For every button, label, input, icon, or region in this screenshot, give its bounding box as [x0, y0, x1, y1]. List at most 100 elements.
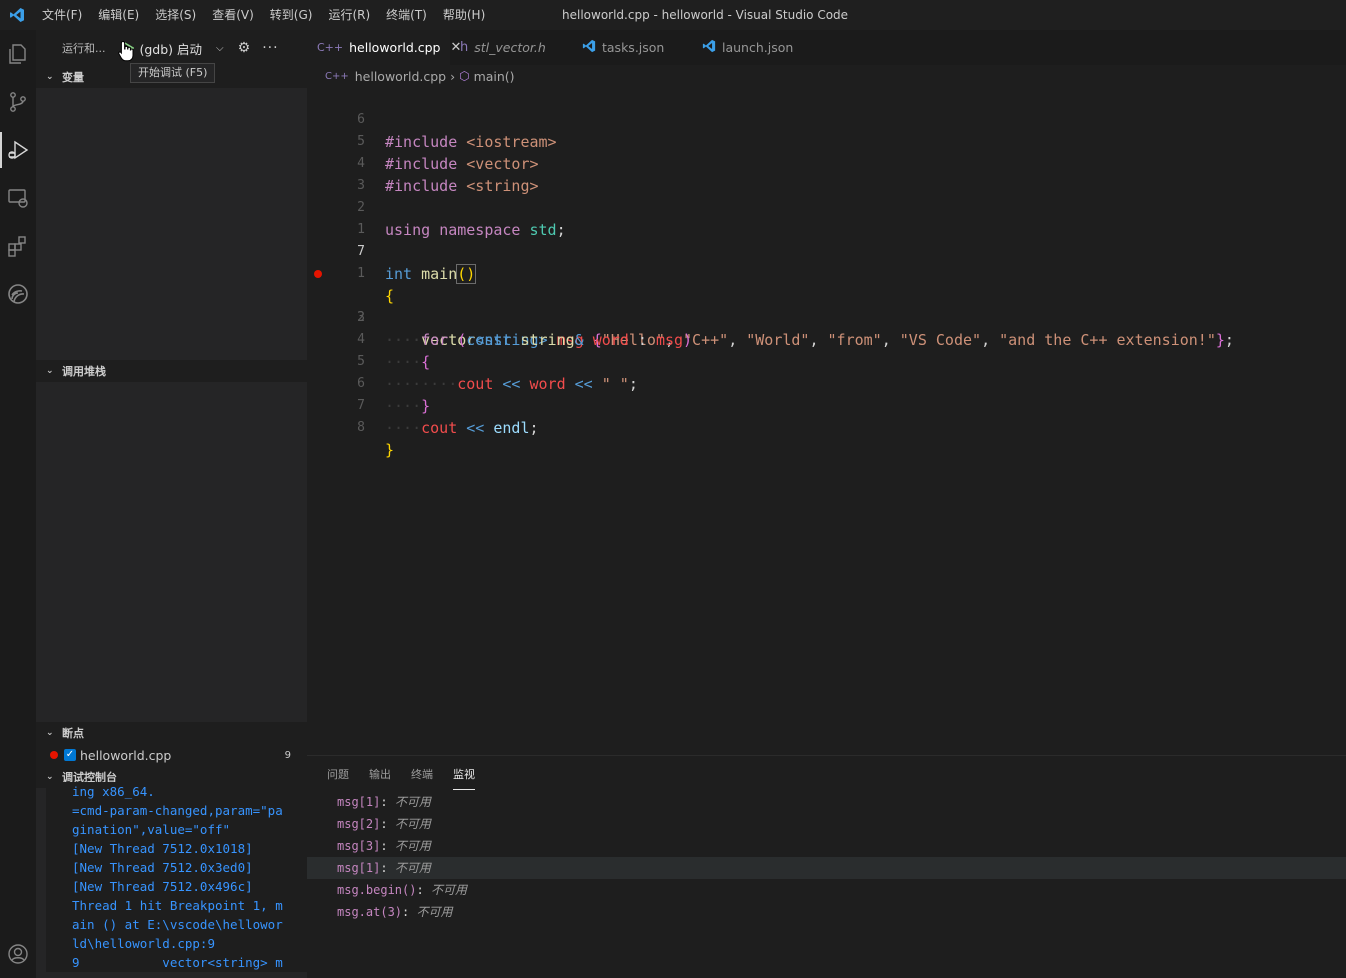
account-icon[interactable] [4, 940, 32, 968]
menu-view[interactable]: 查看(V) [204, 0, 262, 30]
vscode-file-icon [702, 39, 716, 56]
run-debug-icon[interactable] [4, 136, 32, 164]
tab-helloworld-cpp[interactable]: C++ helloworld.cpp ✕ [307, 30, 461, 65]
menu-run[interactable]: 运行(R) [320, 0, 378, 30]
watch-expression: msg.at(3) [337, 905, 403, 919]
watch-expression: msg[3] [337, 839, 381, 853]
breakpoints-section-header[interactable]: ⌄ 断点 [36, 722, 307, 744]
tab-launch-json[interactable]: launch.json [692, 30, 822, 65]
watch-value: 不可用 [394, 817, 431, 831]
tab-tasks-json[interactable]: tasks.json [572, 30, 692, 65]
title-bar: 文件(F) 编辑(E) 选择(S) 查看(V) 转到(G) 运行(R) 终端(T… [0, 0, 1346, 30]
chevron-down-icon: ⌄ [46, 72, 54, 82]
token: endl [493, 419, 530, 437]
code-line: 6 #include <iostream> [307, 87, 1346, 151]
breakpoint-item[interactable]: ✓ helloworld.cpp 9 [36, 744, 307, 766]
breadcrumb-symbol[interactable]: main() [474, 69, 515, 84]
tab-watch[interactable]: 监视 [453, 766, 475, 790]
cpp-file-icon: C++ [317, 41, 344, 54]
debug-config-select[interactable]: (gdb) 启动 [140, 39, 203, 58]
active-indicator [0, 132, 2, 168]
debug-toolbar: 运行和... (gdb) 启动 ⌵ ⚙ ··· [36, 30, 307, 66]
tab-problems[interactable]: 问题 [327, 766, 349, 790]
breakpoint-line: 9 [284, 749, 291, 761]
watch-expression: msg[2] [337, 817, 381, 831]
code-editor[interactable]: 6 #include <iostream> 5 #include <vector… [307, 87, 1346, 755]
watch-item[interactable]: msg.begin(): 不可用 [307, 879, 1346, 901]
watch-value: 不可用 [394, 839, 431, 853]
code-line: 5 ········cout << word << " "; [307, 329, 1346, 393]
code-line: 3 ····for (const string& word : msg) [307, 285, 1346, 349]
watch-item[interactable]: msg[2]: 不可用 [307, 813, 1346, 835]
menu-help[interactable]: 帮助(H) [435, 0, 493, 30]
menu-terminal[interactable]: 终端(T) [378, 0, 435, 30]
code-line: 3 [307, 153, 1346, 193]
console-line: 9 vector<string> m [72, 955, 283, 970]
hand-cursor-icon [118, 40, 134, 65]
panel-tabs: 问题 输出 终端 监视 [327, 766, 495, 790]
tab-label: helloworld.cpp [349, 40, 441, 55]
activity-bar [0, 30, 36, 978]
tab-label: tasks.json [602, 40, 665, 55]
console-line: =cmd-param-changed,param="pa [72, 803, 283, 818]
token: cout [421, 419, 458, 437]
vscode-file-icon [582, 39, 596, 56]
code-line: 2 using namespace std; [307, 175, 1346, 239]
console-line: [New Thread 7512.0x1018] [72, 841, 253, 856]
remote-explorer-icon[interactable] [4, 184, 32, 212]
watch-expression: msg.begin() [337, 883, 417, 897]
extensions-icon[interactable] [4, 232, 32, 260]
cpp-file-icon: C++ [325, 70, 349, 82]
watch-value: 不可用 [416, 905, 453, 919]
menu-go[interactable]: 转到(G) [262, 0, 321, 30]
gear-icon[interactable]: ⚙ [238, 40, 251, 56]
code-line: 2 ····vector<string> msg {"Hello", "C++"… [307, 263, 1346, 349]
code-line: 1 [307, 197, 1346, 237]
callstack-section-header[interactable]: ⌄ 调用堆栈 [36, 360, 307, 382]
esp-idf-icon[interactable] [4, 280, 32, 308]
editor-tabs: C++ helloworld.cpp ✕ h stl_vector.h task… [307, 30, 1346, 65]
more-actions-icon[interactable]: ··· [262, 40, 278, 56]
console-line: Thread 1 hit Breakpoint 1, m [72, 898, 283, 913]
source-control-icon[interactable] [4, 88, 32, 116]
token: << [466, 419, 485, 437]
tab-label: launch.json [722, 40, 794, 55]
watch-value: 不可用 [394, 795, 431, 809]
breakpoint-dot-icon[interactable] [314, 270, 322, 278]
breakpoints-title: 断点 [62, 727, 84, 740]
watch-item[interactable]: msg[3]: 不可用 [307, 835, 1346, 857]
watch-item[interactable]: msg[1]: 不可用 [307, 791, 1346, 813]
code-line: 8 } [307, 395, 1346, 459]
watch-expression: msg[1] [337, 795, 381, 809]
menu-bar: 文件(F) 编辑(E) 选择(S) 查看(V) 转到(G) 运行(R) 终端(T… [34, 0, 493, 30]
tab-output[interactable]: 输出 [369, 766, 391, 790]
debug-console[interactable]: ing x86_64. =cmd-param-changed,param="pa… [46, 782, 307, 972]
chevron-down-icon[interactable]: ⌵ [216, 43, 224, 54]
breadcrumb-file[interactable]: helloworld.cpp [355, 69, 446, 84]
console-line: ing x86_64. [72, 784, 155, 799]
watch-item[interactable]: msg[1]: 不可用 [307, 857, 1346, 879]
menu-selection[interactable]: 选择(S) [147, 0, 204, 30]
header-file-icon: h [460, 40, 469, 55]
line-number: 8 [357, 420, 365, 435]
menu-file[interactable]: 文件(F) [34, 0, 90, 30]
tooltip: 开始调试 (F5) [130, 63, 216, 83]
console-line: gination",value="off" [72, 822, 231, 837]
breakpoint-dot-icon [50, 751, 58, 759]
watch-value: 不可用 [394, 861, 431, 875]
tab-stl-vector-h[interactable]: h stl_vector.h [450, 30, 572, 65]
code-line: 4 #include <string> [307, 131, 1346, 195]
chevron-down-icon: ⌄ [46, 772, 54, 782]
breakpoint-file: helloworld.cpp [80, 747, 172, 763]
callstack-panel [46, 382, 307, 722]
breakpoint-checkbox[interactable]: ✓ [64, 749, 76, 761]
tab-terminal[interactable]: 终端 [411, 766, 433, 790]
watch-item[interactable]: msg.at(3): 不可用 [307, 901, 1346, 923]
code-line: 5 #include <vector> [307, 109, 1346, 173]
console-line: ain () at E:\vscode\hellowor [72, 917, 283, 932]
code-line: 6 ····} [307, 351, 1346, 415]
token: ; [529, 419, 539, 437]
menu-edit[interactable]: 编辑(E) [90, 0, 147, 30]
explorer-icon[interactable] [4, 40, 32, 68]
watch-expression: msg[1] [337, 861, 381, 875]
